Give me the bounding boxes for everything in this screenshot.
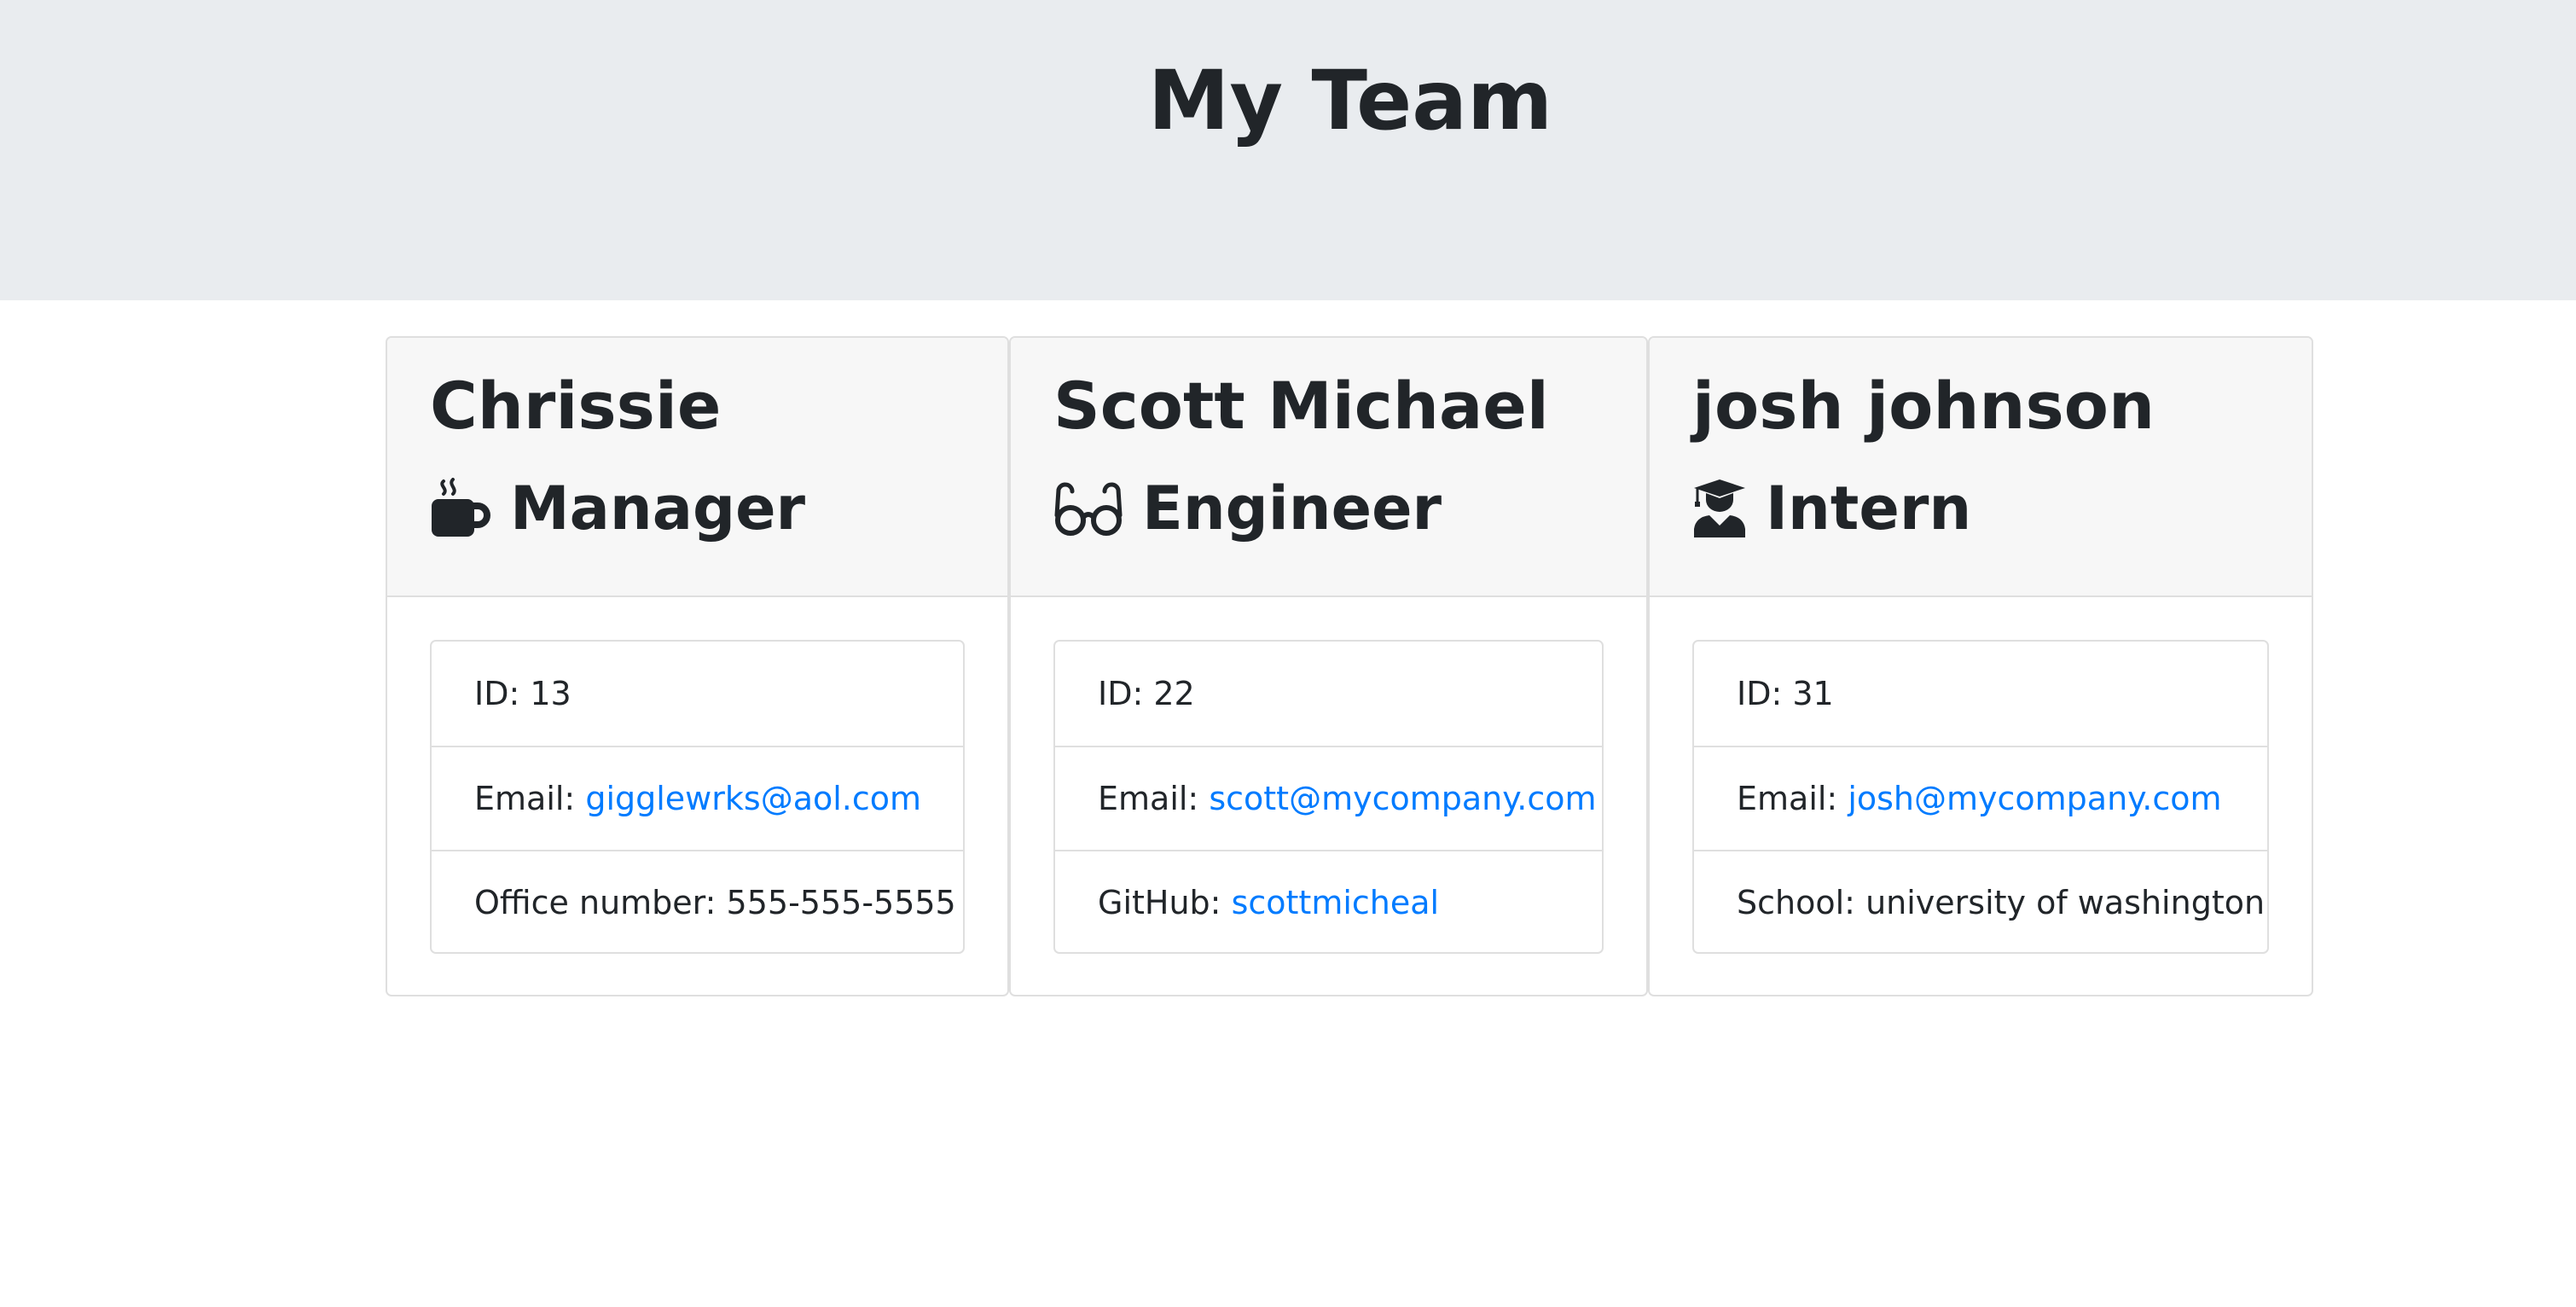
list-item-email: Email: gigglewrks@aol.com (432, 746, 963, 850)
employee-id: ID: 13 (474, 675, 571, 712)
card-header: Chrissie Manager (387, 338, 1007, 597)
email-label: Email: (1098, 780, 1199, 817)
list-item-office: Office number: 555-555-5555 (432, 850, 963, 954)
email-link[interactable]: scott@mycompany.com (1209, 780, 1596, 817)
list-item-id: ID: 13 (432, 642, 963, 746)
employee-name: Scott Michael (1053, 368, 1549, 444)
details-list: ID: 31 Email: josh@mycompany.com School:… (1692, 640, 2269, 954)
card-header: Scott Michael Engineer (1011, 338, 1646, 597)
employee-card-manager: Chrissie Manager ID: 13 Email: gigglewrk… (386, 336, 1009, 996)
employee-id: ID: 31 (1737, 675, 1834, 712)
email-label: Email: (474, 780, 576, 817)
list-item-email: Email: scott@mycompany.com (1055, 746, 1602, 850)
header-jumbotron: My Team (0, 0, 2576, 300)
graduate-icon (1692, 478, 1747, 539)
list-item-github: GitHub: scottmicheal (1055, 850, 1602, 954)
list-item-email: Email: josh@mycompany.com (1694, 746, 2267, 850)
page-title: My Team (1147, 53, 1553, 148)
employee-role: Intern (1692, 466, 1971, 551)
card-header: josh johnson Intern (1650, 338, 2312, 597)
employee-card-intern: josh johnson Intern ID: 31 Email: josh@m… (1648, 336, 2313, 996)
office-number: 555-555-5555 (726, 884, 956, 921)
email-label: Email: (1737, 780, 1838, 817)
employee-name: Chrissie (430, 368, 722, 444)
role-label: Intern (1766, 473, 1972, 543)
github-link[interactable]: scottmicheal (1232, 884, 1440, 921)
employee-id: ID: 22 (1098, 675, 1195, 712)
mug-hot-icon (430, 478, 491, 539)
role-label: Engineer (1142, 473, 1442, 543)
email-link[interactable]: josh@mycompany.com (1848, 780, 2221, 817)
office-label: Office number: (474, 884, 717, 921)
school-name: university of washington (1865, 884, 2266, 921)
employee-role: Engineer (1053, 466, 1442, 551)
list-item-school: School: university of washington (1694, 850, 2267, 954)
role-label: Manager (510, 473, 806, 543)
details-list: ID: 22 Email: scott@mycompany.com GitHub… (1053, 640, 1604, 954)
employee-card-engineer: Scott Michael Engineer ID: 22 Email: sco… (1009, 336, 1648, 996)
github-label: GitHub: (1098, 884, 1221, 921)
employee-name: josh johnson (1692, 368, 2155, 444)
employee-role: Manager (430, 466, 805, 551)
school-label: School: (1737, 884, 1855, 921)
details-list: ID: 13 Email: gigglewrks@aol.com Office … (430, 640, 965, 954)
list-item-id: ID: 31 (1694, 642, 2267, 746)
email-link[interactable]: gigglewrks@aol.com (585, 780, 921, 817)
glasses-icon (1053, 478, 1123, 539)
list-item-id: ID: 22 (1055, 642, 1602, 746)
